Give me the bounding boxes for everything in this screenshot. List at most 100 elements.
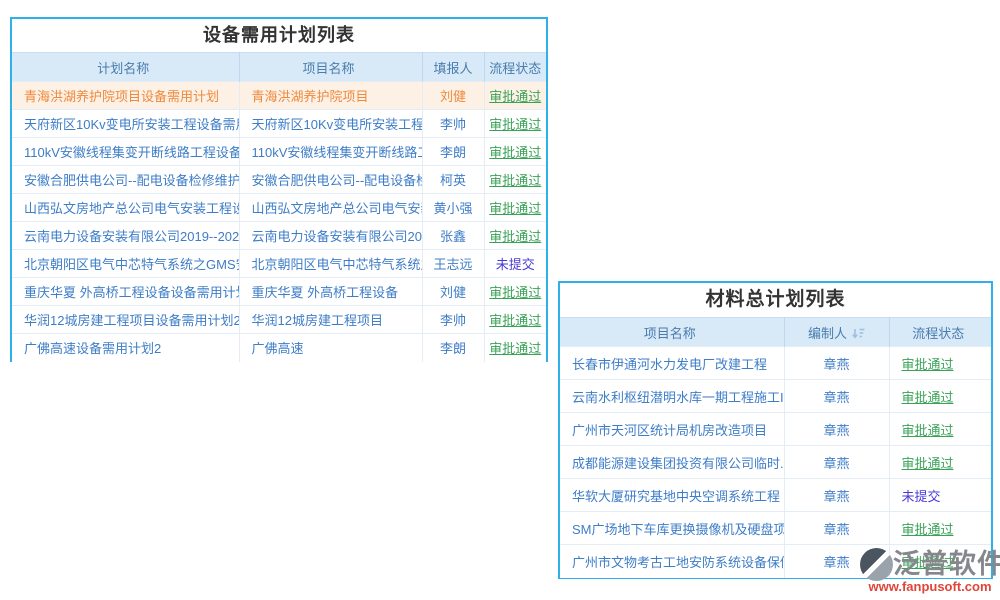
column-header-label: 项目名称 bbox=[302, 61, 354, 76]
status-cell[interactable]: 审批通过 bbox=[889, 545, 991, 578]
status-cell[interactable]: 审批通过 bbox=[484, 194, 546, 222]
status-cell[interactable]: 审批通过 bbox=[889, 413, 991, 446]
material-panel-title: 材料总计划列表 bbox=[560, 283, 991, 317]
table-row[interactable]: 华润12城房建工程项目设备需用计划2华润12城房建工程项目李帅审批通过 bbox=[12, 306, 546, 334]
plan-link[interactable]: 天府新区10Kv变电所安装工程设备需用计划 bbox=[12, 110, 239, 138]
status-text: 审批通过 bbox=[489, 341, 541, 356]
plan-text: 云南电力设备安装有限公司2019--2020年度劳... bbox=[24, 229, 239, 244]
plan-text: 广佛高速设备需用计划2 bbox=[24, 341, 161, 356]
material-plan-panel: 材料总计划列表 项目名称编制人流程状态 长春市伊通河水力发电厂改建工程章燕审批通… bbox=[558, 281, 993, 579]
person-cell: 章燕 bbox=[784, 347, 889, 380]
plan-link[interactable]: 北京朝阳区电气中芯特气系统之GMS安装设备... bbox=[12, 250, 239, 278]
project-link[interactable]: 华润12城房建工程项目 bbox=[239, 306, 422, 334]
status-cell[interactable]: 审批通过 bbox=[484, 306, 546, 334]
table-row[interactable]: 青海洪湖养护院项目设备需用计划青海洪湖养护院项目刘健审批通过 bbox=[12, 82, 546, 110]
project-link[interactable]: 山西弘文房地产总公司电气安装工程 bbox=[239, 194, 422, 222]
plan-text: 110kV安徽线程集变开断线路工程设备需用计划 bbox=[24, 145, 239, 160]
table-row[interactable]: 长春市伊通河水力发电厂改建工程 章燕 审批通过 bbox=[560, 347, 991, 380]
plan-text: 重庆华夏 外高桥工程设备设备需用计划 bbox=[24, 285, 239, 300]
status-cell[interactable]: 审批通过 bbox=[889, 380, 991, 413]
status-cell[interactable]: 未提交 bbox=[889, 479, 991, 512]
column-header-status[interactable]: 流程状态 bbox=[889, 318, 991, 347]
table-row[interactable]: 重庆华夏 外高桥工程设备设备需用计划重庆华夏 外高桥工程设备刘健审批通过 bbox=[12, 278, 546, 306]
plan-link[interactable]: 山西弘文房地产总公司电气安装工程设备需用... bbox=[12, 194, 239, 222]
plan-link[interactable]: 青海洪湖养护院项目设备需用计划 bbox=[12, 82, 239, 110]
project-link[interactable]: SM广场地下车库更换摄像机及硬盘项目 bbox=[560, 512, 784, 545]
table-row[interactable]: 广州市天河区统计局机房改造项目 章燕 审批通过 bbox=[560, 413, 991, 446]
table-row[interactable]: 云南水利枢纽潜明水库一期工程施工I标章燕审批通过 bbox=[560, 380, 991, 413]
plan-text: 青海洪湖养护院项目设备需用计划 bbox=[24, 89, 219, 104]
project-link[interactable]: 重庆华夏 外高桥工程设备 bbox=[239, 278, 422, 306]
project-link[interactable]: 天府新区10Kv变电所安装工程 bbox=[239, 110, 422, 138]
project-link[interactable]: 北京朝阳区电气中芯特气系统之GM... bbox=[239, 250, 422, 278]
project-link[interactable]: 安徽合肥供电公司--配电设备检修维... bbox=[239, 166, 422, 194]
project-link[interactable]: 110kV安徽线程集变开断线路工程 bbox=[239, 138, 422, 166]
status-cell[interactable]: 审批通过 bbox=[484, 166, 546, 194]
table-row[interactable]: 北京朝阳区电气中芯特气系统之GMS安装设备...北京朝阳区电气中芯特气系统之GM… bbox=[12, 250, 546, 278]
column-header-person[interactable]: 填报人 bbox=[422, 53, 484, 82]
project-link[interactable]: 成都能源建设集团投资有限公司临时... bbox=[560, 446, 784, 479]
column-header-project[interactable]: 项目名称 bbox=[560, 318, 784, 347]
person-cell: 柯英 bbox=[422, 166, 484, 194]
equipment-table-header-row: 计划名称 项目名称 填报人流程状态 bbox=[12, 53, 546, 82]
person-cell: 章燕 bbox=[784, 413, 889, 446]
status-cell[interactable]: 未提交 bbox=[484, 250, 546, 278]
project-link[interactable]: 广州市文物考古工地安防系统设备保修 bbox=[560, 545, 784, 578]
table-row[interactable]: 110kV安徽线程集变开断线路工程设备需用计划110kV安徽线程集变开断线路工程… bbox=[12, 138, 546, 166]
plan-link[interactable]: 广佛高速设备需用计划2 bbox=[12, 334, 239, 362]
project-text: 青海洪湖养护院项目 bbox=[252, 89, 369, 104]
status-cell[interactable]: 审批通过 bbox=[484, 278, 546, 306]
plan-text: 山西弘文房地产总公司电气安装工程设备需用... bbox=[24, 201, 239, 216]
table-row[interactable]: 云南电力设备安装有限公司2019--2020年度劳...云南电力设备安装有限公司… bbox=[12, 222, 546, 250]
person-text: 章燕 bbox=[823, 357, 849, 372]
person-text: 章燕 bbox=[823, 456, 849, 471]
plan-link[interactable]: 重庆华夏 外高桥工程设备设备需用计划 bbox=[12, 278, 239, 306]
table-row[interactable]: 广佛高速设备需用计划2广佛高速李朗审批通过 bbox=[12, 334, 546, 362]
status-text: 审批通过 bbox=[902, 357, 954, 372]
project-link[interactable]: 云南电力设备安装有限公司2019--2... bbox=[239, 222, 422, 250]
project-text: 山西弘文房地产总公司电气安装工程 bbox=[252, 201, 423, 216]
person-text: 章燕 bbox=[823, 423, 849, 438]
column-header-label: 流程状态 bbox=[489, 61, 541, 76]
project-link[interactable]: 青海洪湖养护院项目 bbox=[239, 82, 422, 110]
project-link[interactable]: 长春市伊通河水力发电厂改建工程 bbox=[560, 347, 784, 380]
status-cell[interactable]: 审批通过 bbox=[889, 512, 991, 545]
material-table-header-row: 项目名称编制人流程状态 bbox=[560, 318, 991, 347]
plan-link[interactable]: 云南电力设备安装有限公司2019--2020年度劳... bbox=[12, 222, 239, 250]
person-text: 张鑫 bbox=[440, 229, 466, 244]
sort-desc-icon[interactable] bbox=[852, 328, 865, 339]
column-header-plan[interactable]: 计划名称 bbox=[12, 53, 239, 82]
project-link[interactable]: 广佛高速 bbox=[239, 334, 422, 362]
person-text: 章燕 bbox=[823, 522, 849, 537]
project-link[interactable]: 华软大厦研究基地中央空调系统工程 bbox=[560, 479, 784, 512]
column-header-project[interactable]: 项目名称 bbox=[239, 53, 422, 82]
status-cell[interactable]: 审批通过 bbox=[889, 347, 991, 380]
status-cell[interactable]: 审批通过 bbox=[484, 222, 546, 250]
plan-text: 华润12城房建工程项目设备需用计划2 bbox=[24, 313, 239, 328]
table-row[interactable]: 天府新区10Kv变电所安装工程设备需用计划天府新区10Kv变电所安装工程李帅审批… bbox=[12, 110, 546, 138]
column-header-person[interactable]: 编制人 bbox=[784, 318, 889, 347]
column-header-status[interactable]: 流程状态 bbox=[484, 53, 546, 82]
project-text: 重庆华夏 外高桥工程设备 bbox=[252, 285, 399, 300]
status-cell[interactable]: 审批通过 bbox=[484, 138, 546, 166]
table-row[interactable]: SM广场地下车库更换摄像机及硬盘项目 章燕 审批通过 bbox=[560, 512, 991, 545]
table-row[interactable]: 山西弘文房地产总公司电气安装工程设备需用...山西弘文房地产总公司电气安装工程黄… bbox=[12, 194, 546, 222]
status-cell[interactable]: 审批通过 bbox=[889, 446, 991, 479]
person-cell: 章燕 bbox=[784, 545, 889, 578]
project-link[interactable]: 广州市天河区统计局机房改造项目 bbox=[560, 413, 784, 446]
table-row[interactable]: 广州市文物考古工地安防系统设备保修章燕审批通过 bbox=[560, 545, 991, 578]
plan-link[interactable]: 安徽合肥供电公司--配电设备检修维护和改造... bbox=[12, 166, 239, 194]
project-link[interactable]: 云南水利枢纽潜明水库一期工程施工I标 bbox=[560, 380, 784, 413]
person-cell: 李帅 bbox=[422, 110, 484, 138]
status-cell[interactable]: 审批通过 bbox=[484, 334, 546, 362]
table-row[interactable]: 成都能源建设集团投资有限公司临时... 章燕 审批通过 bbox=[560, 446, 991, 479]
plan-link[interactable]: 110kV安徽线程集变开断线路工程设备需用计划 bbox=[12, 138, 239, 166]
plan-text: 安徽合肥供电公司--配电设备检修维护和改造... bbox=[24, 173, 239, 188]
status-cell[interactable]: 审批通过 bbox=[484, 82, 546, 110]
status-cell[interactable]: 审批通过 bbox=[484, 110, 546, 138]
person-cell: 王志远 bbox=[422, 250, 484, 278]
table-row[interactable]: 华软大厦研究基地中央空调系统工程章燕未提交 bbox=[560, 479, 991, 512]
table-row[interactable]: 安徽合肥供电公司--配电设备检修维护和改造...安徽合肥供电公司--配电设备检修… bbox=[12, 166, 546, 194]
plan-link[interactable]: 华润12城房建工程项目设备需用计划2 bbox=[12, 306, 239, 334]
project-text: 长春市伊通河水力发电厂改建工程 bbox=[572, 357, 767, 372]
